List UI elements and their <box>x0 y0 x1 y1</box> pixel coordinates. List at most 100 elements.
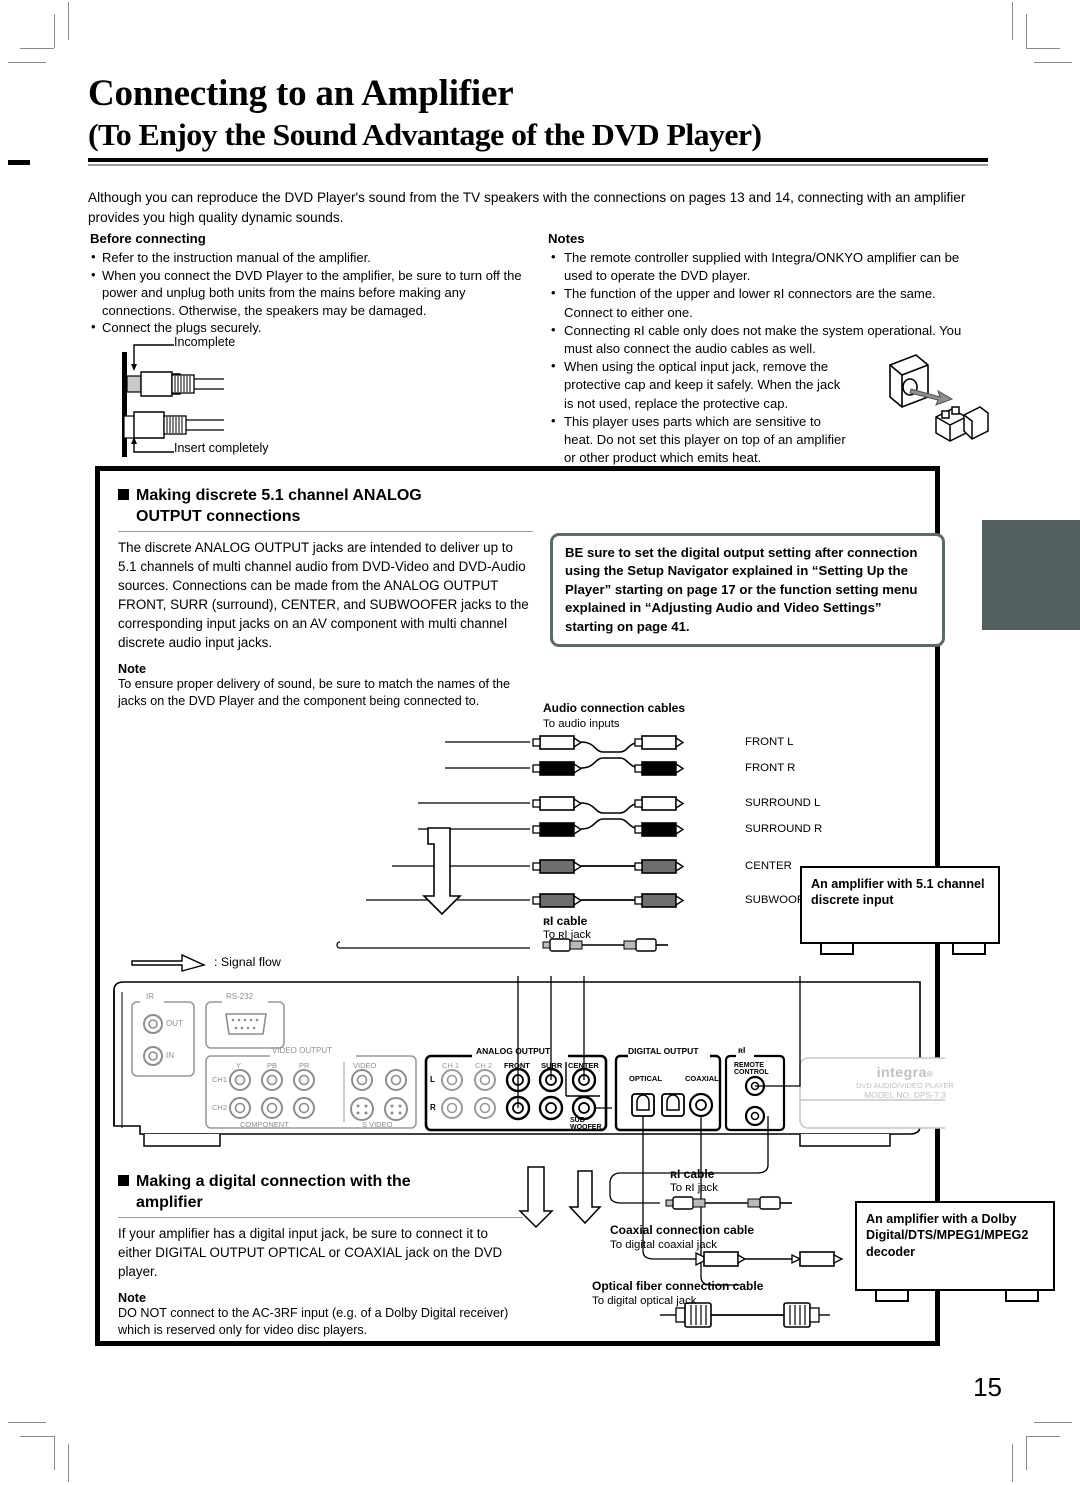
amplifier-box-decoder: An amplifier with a Dolby Digital/DTS/MP… <box>855 1201 1055 1291</box>
rear-label-component: COMPONENT <box>240 1120 289 1129</box>
rear-label-ir-out: OUT <box>166 1019 183 1028</box>
rear-label-analog-output: ANALOG OUTPUT <box>476 1046 551 1056</box>
digital-cable-diagram: ʀI cable To ʀI jack Coaxial connection c… <box>100 1151 1055 1341</box>
rear-label-ri-group: ʀI <box>738 1045 746 1055</box>
brand-name: integra® <box>800 1064 1010 1080</box>
plug-label-incomplete: Incomplete <box>174 335 236 349</box>
list-item: Refer to the instruction manual of the a… <box>90 248 530 267</box>
list-item: The remote controller supplied with Inte… <box>548 248 988 285</box>
title-rule-thick <box>88 158 988 162</box>
connection-diagram-panel: Making discrete 5.1 channel ANALOG OUTPU… <box>95 466 1055 1346</box>
rear-label-ir-in: IN <box>166 1051 174 1060</box>
rear-label-subwoofer: SUB WOOFER <box>570 1117 602 1131</box>
brand-name-text: integra <box>876 1064 927 1080</box>
edge-tick-mark <box>8 160 30 165</box>
brand-line2: DVD AUDIO/VIDEO PLAYER <box>856 1081 954 1090</box>
rear-label-pb: PB <box>267 1061 278 1070</box>
before-connecting-heading: Before connecting <box>90 231 206 246</box>
audio-cables-subtitle: To audio inputs <box>543 718 620 730</box>
analog-heading-line1: Making discrete 5.1 channel ANALOG <box>136 487 422 504</box>
plug-label-insert-completely: Insert completely <box>174 441 269 455</box>
list-item: This player uses parts which are sensiti… <box>548 412 848 468</box>
page-header: Connecting to an Amplifier (To Enjoy the… <box>88 72 988 166</box>
notes-heading: Notes <box>548 231 585 246</box>
rear-label-digital-output: DIGITAL OUTPUT <box>628 1046 699 1056</box>
rear-label-surr: SURR <box>541 1061 563 1070</box>
rear-label-front: FRONT <box>504 1061 530 1070</box>
analog-heading-line2: OUTPUT connections <box>136 508 301 525</box>
crop-mark-top-left <box>8 2 70 64</box>
page-number: 15 <box>973 1372 1002 1402</box>
amp-foot-right <box>952 944 986 955</box>
rear-label-video-output: VIDEO OUTPUT <box>272 1046 333 1055</box>
rear-label-control: CONTROL <box>734 1069 769 1076</box>
brand-reg-mark: ® <box>926 1070 934 1079</box>
rear-label-ao-r: R <box>430 1103 436 1112</box>
audio-cables-title: Audio connection cables <box>543 701 686 715</box>
amp-foot-left <box>820 944 854 955</box>
rear-label-ao-ch2: CH 2 <box>475 1061 493 1070</box>
before-connecting-column: Before connecting Refer to the instructi… <box>90 231 530 337</box>
ri-cable-title-digital: ʀI cable <box>670 1167 715 1181</box>
channel-label-surround-r: SURROUND R <box>745 823 823 835</box>
channel-label-surround-l: SURROUND L <box>745 797 821 809</box>
rear-label-coaxial: COAXIAL <box>685 1074 719 1083</box>
analog-section: Making discrete 5.1 channel ANALOG OUTPU… <box>118 485 533 709</box>
rear-label-optical: OPTICAL <box>629 1074 662 1083</box>
plug-insertion-figure: Incomplete Insert completely <box>112 335 372 465</box>
optical-cap-figure <box>880 345 990 445</box>
title-rule-thin <box>88 164 988 166</box>
list-item: The function of the upper and lower ʀI c… <box>548 284 988 321</box>
rear-label-ao-ch1: CH 1 <box>442 1061 460 1070</box>
signal-flow-legend: : Signal flow <box>130 953 281 978</box>
rear-label-ch2: CH2 <box>212 1103 228 1112</box>
before-connecting-list: Refer to the instruction manual of the a… <box>90 248 530 337</box>
crop-mark-bottom-right <box>1010 1420 1072 1482</box>
coax-cable-sub: To digital coaxial jack <box>610 1239 717 1251</box>
brand-plate: integra® DVD AUDIO/VIDEO PLAYER MODEL NO… <box>800 1064 1010 1100</box>
rear-label-y: Y <box>236 1061 242 1070</box>
coax-cable-title: Coaxial connection cable <box>610 1223 755 1237</box>
crop-mark-bottom-left <box>8 1420 70 1482</box>
crop-mark-top-right <box>1010 2 1072 64</box>
channel-label-front-r: FRONT R <box>745 762 796 774</box>
rear-label-rs232: RS-232 <box>226 992 254 1001</box>
ri-cable-sub-digital: To ʀI jack <box>670 1182 718 1194</box>
list-item: Connect the plugs securely. <box>90 318 530 337</box>
digital-output-callout: BE sure to set the digital output settin… <box>550 533 945 648</box>
intro-paragraph: Although you can reproduce the DVD Playe… <box>88 190 966 225</box>
analog-section-heading: Making discrete 5.1 channel ANALOG OUTPU… <box>118 485 533 527</box>
rear-label-ch1: CH1 <box>212 1075 228 1084</box>
audio-cable-diagram: Audio connection cables To audio inputs <box>100 696 1000 986</box>
signal-flow-arrow-icon <box>131 953 207 972</box>
optical-cable-sub: To digital optical jack <box>592 1295 697 1307</box>
brand-line3: MODEL NO. DPS-7.3 <box>864 1090 946 1100</box>
dvd-player-rear-panel: IR OUT IN RS-232 VIDEO OUTPUT Y PB PR CH… <box>100 926 1011 1176</box>
section-tab <box>982 520 1080 630</box>
rear-label-ir: IR <box>146 992 154 1001</box>
amplifier-box-51: An amplifier with 5.1 channel discrete i… <box>800 866 1000 944</box>
digital-cable-svg <box>518 1151 844 1328</box>
rear-label-ao-l: L <box>430 1075 435 1084</box>
signal-flow-label: : Signal flow <box>214 955 281 969</box>
analog-section-body: The discrete ANALOG OUTPUT jacks are int… <box>118 540 529 650</box>
list-item: When you connect the DVD Player to the a… <box>90 266 530 320</box>
page-subtitle: (To Enjoy the Sound Advantage of the DVD… <box>88 117 762 152</box>
list-item: When using the optical input jack, remov… <box>548 357 848 413</box>
optical-cap-svg <box>889 354 989 442</box>
rear-label-svideo: S VIDEO <box>362 1120 393 1129</box>
analog-section-rule <box>118 531 533 532</box>
page-title: Connecting to an Amplifier <box>88 73 514 114</box>
rear-label-center: CENTER <box>568 1061 599 1070</box>
rear-label-pr: PR <box>299 1061 310 1070</box>
signal-bracket-icon <box>422 827 462 916</box>
channel-label-front-l: FRONT L <box>745 736 794 748</box>
ri-cable-title-analog: ʀI cable <box>543 914 588 928</box>
channel-label-center: CENTER <box>745 860 792 872</box>
optical-cable-title: Optical fiber connection cable <box>592 1279 764 1293</box>
amp2-foot-left <box>875 1291 909 1302</box>
ri-cable-sub-analog: To ʀI jack <box>543 929 591 941</box>
analog-note-heading: Note <box>118 662 146 676</box>
rear-label-video: VIDEO <box>353 1061 377 1070</box>
bullet-square-icon <box>118 489 129 500</box>
